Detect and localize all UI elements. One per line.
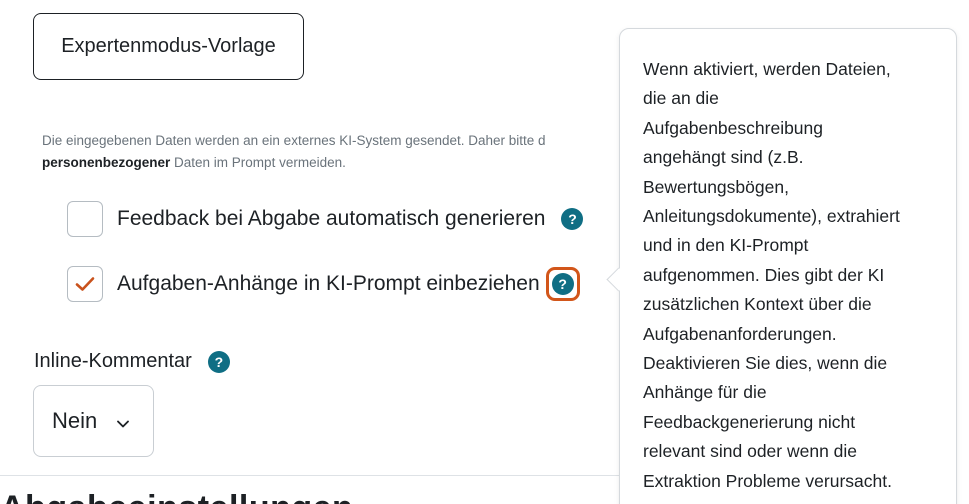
expert-mode-template-button[interactable]: Expertenmodus-Vorlage xyxy=(33,13,304,80)
section-heading: Abgabeeinstellungen xyxy=(0,489,353,504)
auto-feedback-checkbox[interactable] xyxy=(67,201,103,237)
section-divider xyxy=(0,475,640,476)
help-popover: Wenn aktiviert, werden Dateien, die an di… xyxy=(619,28,957,504)
inline-comment-selected-value: Nein xyxy=(52,408,98,433)
help-popover-line: Anleitungsdokumente), extrahiert xyxy=(643,206,900,227)
help-icon-focused-wrapper[interactable]: ? xyxy=(545,267,580,301)
notice-bold-text: personenbezogener xyxy=(42,155,171,170)
help-popover-line: zusätzlichen Kontext über die xyxy=(643,294,872,315)
help-popover-line: Feedbackgenerierung nicht xyxy=(643,411,856,432)
data-privacy-notice: Die eingegebenen Daten werden an ein ext… xyxy=(42,130,682,174)
auto-feedback-row: Feedback bei Abgabe automatisch generier… xyxy=(67,200,584,238)
help-icon[interactable]: ? xyxy=(207,350,230,373)
help-popover-line: Deaktivieren Sie dies, wenn die xyxy=(643,353,888,374)
auto-feedback-label: Feedback bei Abgabe automatisch generier… xyxy=(117,207,546,230)
help-popover-line: Extraktion Probleme verursacht. xyxy=(643,470,892,491)
include-attachments-checkbox[interactable] xyxy=(67,266,103,302)
page: Expertenmodus-Vorlage Die eingegebenen D… xyxy=(0,0,969,504)
inline-comment-label: Inline-Kommentar xyxy=(34,350,192,372)
notice-text-start: Die eingegebenen Daten werden an ein ext… xyxy=(42,133,546,148)
help-popover-line: Aufgabenbeschreibung xyxy=(643,117,824,138)
help-popover-line: die an die xyxy=(643,88,719,109)
help-popover-line: Aufgabenanforderungen. xyxy=(643,323,837,344)
help-popover-line: relevant sind oder wenn die xyxy=(643,441,858,462)
help-popover-line: angehängt sind (z.B. xyxy=(643,147,804,168)
inline-comment-select[interactable]: Nein xyxy=(33,385,154,457)
include-attachments-row: Aufgaben-Anhänge in KI-Prompt einbeziehe… xyxy=(67,265,580,303)
help-popover-line: aufgenommen. Dies gibt der KI xyxy=(643,264,885,285)
help-popover-line: und in den KI-Prompt xyxy=(643,235,809,256)
checkmark-icon xyxy=(75,277,95,291)
help-icon[interactable]: ? xyxy=(561,208,584,230)
include-attachments-label: Aufgaben-Anhänge in KI-Prompt einbeziehe… xyxy=(117,272,540,295)
notice-text-end: Daten im Prompt vermeiden. xyxy=(170,155,346,170)
help-popover-line: Wenn aktiviert, werden Dateien, xyxy=(643,59,891,79)
help-popover-text: Wenn aktiviert, werden Dateien, die an di… xyxy=(643,55,934,496)
inline-comment-label-row: Inline-Kommentar ? xyxy=(34,350,230,373)
help-popover-line: Anhänge für die xyxy=(643,382,767,403)
help-icon[interactable]: ? xyxy=(551,273,574,295)
help-popover-line: Bewertungsbögen, xyxy=(643,176,789,197)
chevron-down-icon xyxy=(117,408,130,434)
